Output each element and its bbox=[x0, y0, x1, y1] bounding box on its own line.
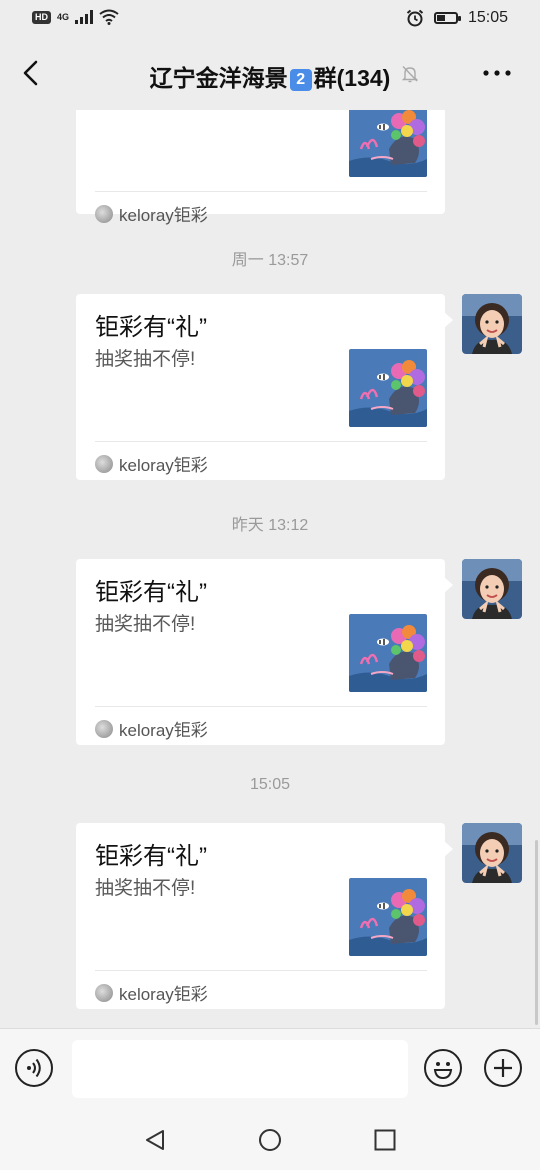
more-functions-button[interactable] bbox=[484, 1049, 522, 1087]
user-avatar-image bbox=[462, 559, 522, 619]
network-type-label: 4G bbox=[57, 12, 70, 22]
user-avatar-image bbox=[462, 823, 522, 883]
voice-icon bbox=[27, 1058, 41, 1078]
message-timestamp: 周一 13:57 bbox=[231, 252, 309, 269]
card-divider bbox=[95, 706, 427, 707]
voice-button[interactable] bbox=[15, 1049, 53, 1087]
signal-icon bbox=[75, 10, 94, 24]
message-timestamp: 昨天 13:12 bbox=[231, 517, 309, 534]
reef-thumbnail-image bbox=[349, 614, 427, 692]
link-card[interactable]: keloray钜彩 bbox=[76, 110, 445, 225]
source-logo-icon bbox=[95, 719, 113, 738]
card-source-label: keloray钜彩 bbox=[119, 456, 208, 475]
nav-recents-icon[interactable] bbox=[373, 1128, 397, 1152]
card-description: 抽奖抽不停! bbox=[95, 614, 196, 635]
avatar[interactable] bbox=[462, 294, 522, 354]
emoji-button[interactable] bbox=[424, 1049, 462, 1087]
chat-title: 辽宁金洋海景 2 群(134) bbox=[0, 59, 540, 93]
avatar[interactable] bbox=[462, 823, 522, 883]
card-source-label: keloray钜彩 bbox=[119, 985, 208, 1004]
system-nav-bar bbox=[0, 1108, 540, 1170]
more-dots-icon[interactable] bbox=[482, 66, 512, 80]
card-description: 抽奖抽不停! bbox=[95, 349, 196, 370]
card-source: keloray钜彩 bbox=[95, 980, 208, 1005]
message-timestamp: 15:05 bbox=[249, 776, 291, 793]
battery-icon bbox=[433, 12, 461, 24]
card-source: keloray钜彩 bbox=[95, 716, 208, 741]
link-card[interactable]: 钜彩有“礼” 抽奖抽不停! keloray钜彩 bbox=[76, 559, 453, 745]
status-right: 15:05 bbox=[406, 9, 508, 27]
card-divider bbox=[95, 191, 427, 192]
card-title: 钜彩有“礼” bbox=[95, 579, 207, 606]
input-bar bbox=[0, 1028, 540, 1108]
chat-scrollbar[interactable] bbox=[535, 840, 538, 1025]
bubble-tail bbox=[444, 841, 453, 857]
chat-messages[interactable]: keloray钜彩 周一 13:57 钜彩有“礼” 抽奖抽不停! keloray… bbox=[0, 110, 540, 1028]
avatar[interactable] bbox=[462, 559, 522, 619]
chat-header: 辽宁金洋海景 2 群(134) bbox=[0, 38, 540, 110]
bubble-tail bbox=[444, 577, 453, 593]
card-source-label: keloray钜彩 bbox=[119, 721, 208, 740]
card-title: 钜彩有“礼” bbox=[95, 314, 207, 341]
card-title: 钜彩有“礼” bbox=[95, 843, 207, 870]
card-divider bbox=[95, 441, 427, 442]
source-logo-icon bbox=[95, 454, 113, 473]
source-logo-icon bbox=[95, 204, 113, 223]
card-thumbnail bbox=[349, 349, 427, 427]
emoji-icon bbox=[433, 1062, 453, 1080]
status-left: HD 4G bbox=[32, 9, 119, 25]
card-source: keloray钜彩 bbox=[95, 201, 208, 226]
battery-fill bbox=[436, 15, 446, 21]
link-card[interactable]: 钜彩有“礼” 抽奖抽不停! keloray钜彩 bbox=[76, 294, 453, 480]
user-avatar-image bbox=[462, 294, 522, 354]
card-source-label: keloray钜彩 bbox=[119, 206, 208, 225]
source-logo-icon bbox=[95, 983, 113, 1002]
card-source: keloray钜彩 bbox=[95, 451, 208, 476]
title-number-badge: 2 bbox=[289, 69, 312, 91]
reef-thumbnail-image bbox=[349, 878, 427, 956]
card-thumbnail bbox=[349, 614, 427, 692]
status-time: 15:05 bbox=[467, 9, 508, 26]
reef-thumbnail-image bbox=[349, 110, 427, 177]
bubble-tail bbox=[444, 312, 453, 328]
message-input[interactable] bbox=[72, 1040, 408, 1098]
chat-title-suffix: 群(134) bbox=[313, 65, 391, 91]
status-bar: HD 4G 15:05 bbox=[0, 0, 540, 38]
reef-thumbnail-image bbox=[349, 349, 427, 427]
wifi-icon bbox=[99, 9, 119, 25]
link-card[interactable]: 钜彩有“礼” 抽奖抽不停! keloray钜彩 bbox=[76, 823, 453, 1009]
card-thumbnail bbox=[349, 878, 427, 956]
hd-icon: HD bbox=[32, 10, 51, 24]
card-description: 抽奖抽不停! bbox=[95, 878, 196, 899]
card-thumbnail bbox=[349, 110, 427, 177]
nav-back-icon[interactable] bbox=[143, 1128, 167, 1152]
alarm-icon bbox=[406, 9, 424, 27]
plus-icon bbox=[494, 1059, 512, 1077]
chat-title-prefix: 辽宁金洋海景 bbox=[149, 65, 288, 91]
card-divider bbox=[95, 970, 427, 971]
mute-bell-icon bbox=[401, 66, 419, 83]
nav-home-icon[interactable] bbox=[258, 1128, 282, 1152]
